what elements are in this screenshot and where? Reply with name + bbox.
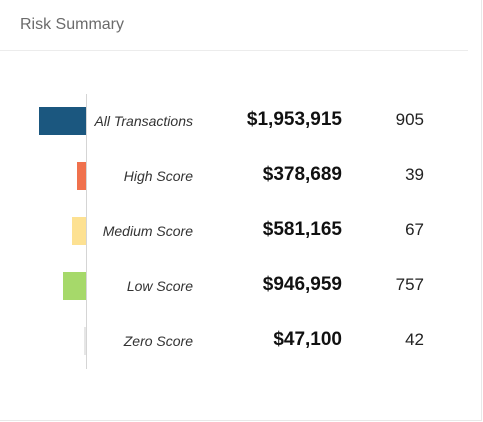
count-value: 67 (405, 220, 424, 239)
count-value: 39 (405, 165, 424, 184)
count-value: 42 (405, 330, 424, 349)
amount-value: $946,959 (262, 274, 342, 295)
amount-value: $47,100 (273, 329, 342, 350)
bar (63, 272, 86, 300)
risk-row: Low Score $946,959 757 (0, 266, 481, 306)
amount-value: $378,689 (262, 164, 342, 185)
category-label: Zero Score (123, 333, 193, 349)
category-label: High Score (123, 168, 193, 184)
amount-value: $581,165 (262, 219, 342, 240)
card-title: Risk Summary (20, 16, 125, 33)
bar (84, 327, 86, 355)
category-label: All Transactions (94, 113, 193, 129)
risk-row: Zero Score $47,100 42 (0, 321, 481, 361)
count-value: 905 (395, 110, 424, 129)
bar (72, 217, 86, 245)
amount-value: $1,953,915 (246, 109, 342, 130)
count-value: 757 (395, 275, 424, 294)
risk-row: Medium Score $581,165 67 (0, 211, 481, 251)
risk-row: All Transactions $1,953,915 905 (0, 101, 481, 141)
bar (77, 162, 86, 190)
bar (39, 107, 86, 135)
header-divider (0, 50, 468, 51)
category-label: Medium Score (102, 223, 193, 239)
category-label: Low Score (126, 278, 193, 294)
risk-summary-card: Risk Summary All Transactions $1,953,915 9… (0, 0, 482, 421)
risk-row: High Score $378,689 39 (0, 156, 481, 196)
